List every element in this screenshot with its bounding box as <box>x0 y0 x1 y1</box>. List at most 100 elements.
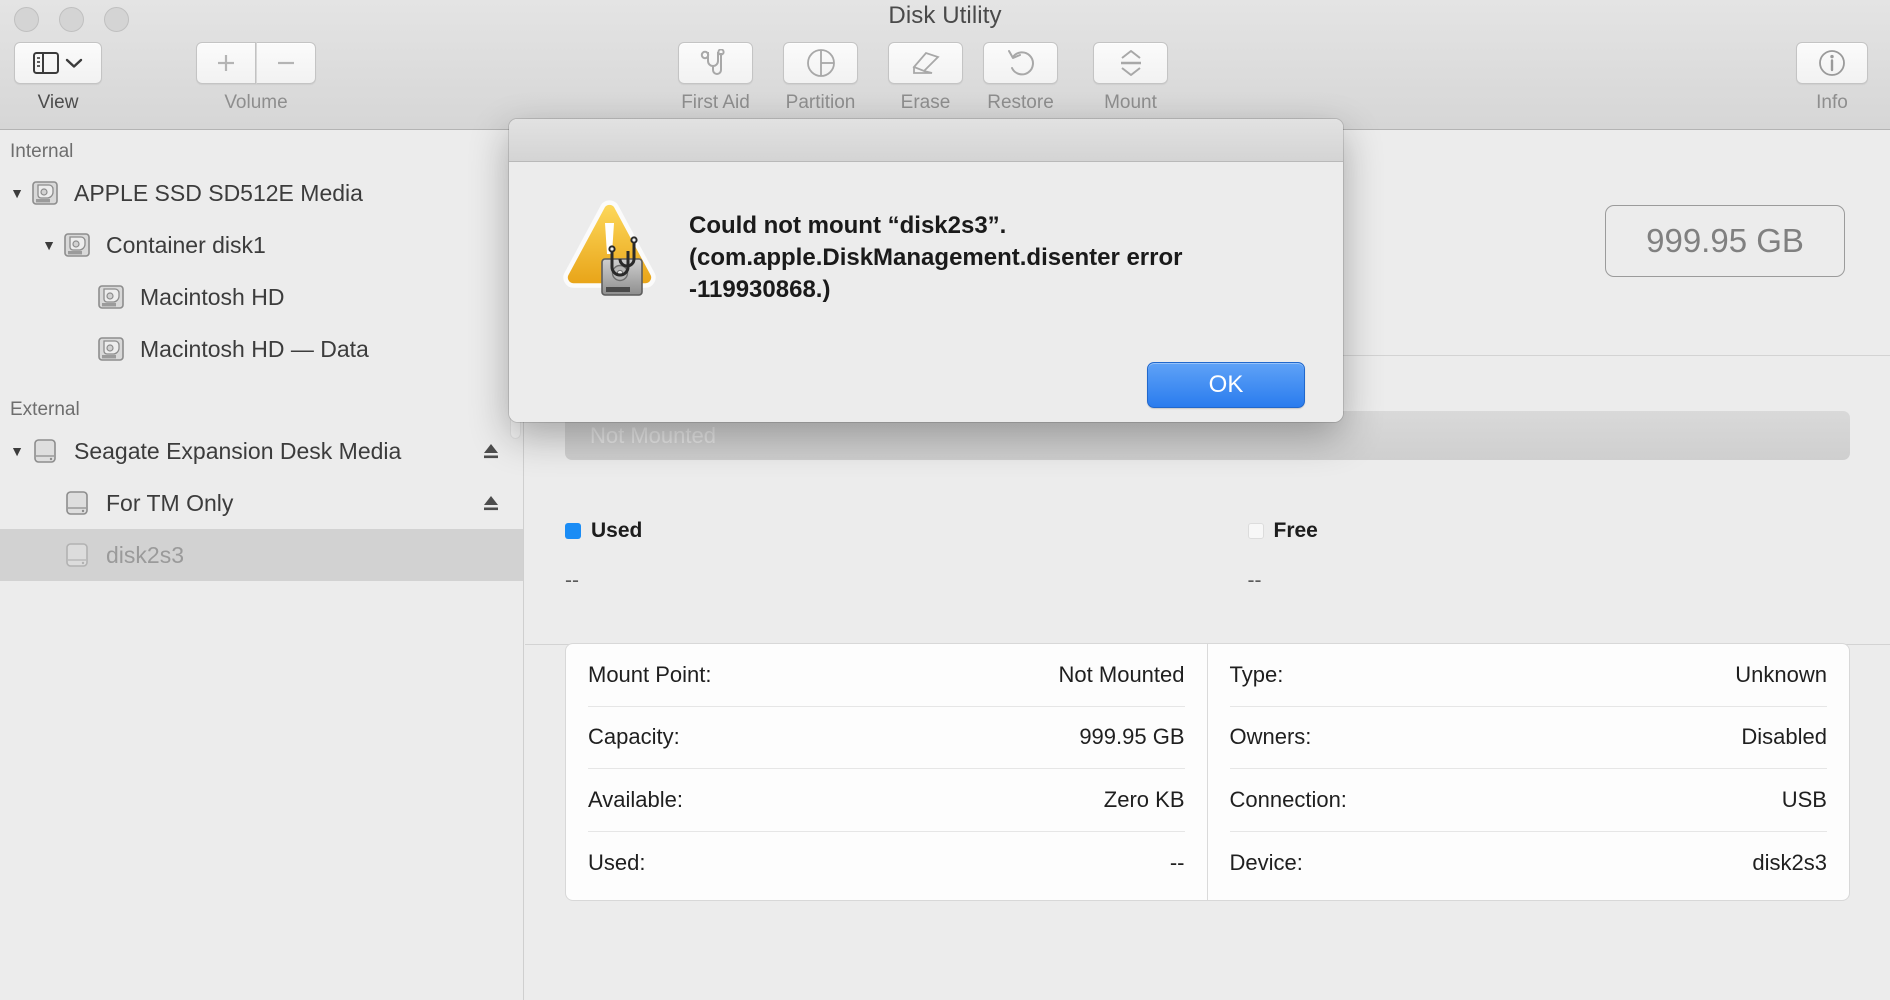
mount-button[interactable] <box>1093 42 1168 84</box>
legend-value: -- <box>565 569 579 592</box>
sidebar-item-for-tm-only[interactable]: ▼ For TM Only <box>0 477 523 529</box>
used-swatch-icon <box>565 523 581 539</box>
row-value: disk2s3 <box>1752 849 1827 875</box>
internal-disk-icon <box>28 178 62 208</box>
row-value: Disabled <box>1741 724 1827 750</box>
toolbar-group-erase: Erase <box>888 42 963 114</box>
dialog-body: Could not mount “disk2s3”. (com.apple.Di… <box>509 162 1343 422</box>
disclosure-placeholder: ▼ <box>38 495 60 511</box>
disk-utility-window: Disk Utility View Volume First Aid Parti… <box>0 0 1890 1000</box>
disclosure-placeholder: ▼ <box>38 547 60 563</box>
sidebar-item-macintosh-hd-data[interactable]: ▼ Macintosh HD — Data <box>0 323 523 375</box>
eject-icon[interactable] <box>481 493 501 513</box>
free-swatch-icon <box>1247 523 1264 539</box>
sidebar-item-disk2s3[interactable]: ▼ disk2s3 <box>0 529 523 581</box>
row-value: USB <box>1781 786 1827 812</box>
legend-label: Free <box>1273 519 1318 542</box>
sidebar-icon <box>33 52 59 74</box>
minus-icon <box>274 51 298 75</box>
sidebar-section-external-title: External <box>10 399 80 420</box>
toolbar-group-partition: Partition <box>783 42 858 114</box>
legend-item-free: Free -- <box>1208 519 1890 593</box>
sidebar[interactable]: Internal ▼ APPLE SSD SD512E Media ▼ Cont… <box>0 131 524 1000</box>
chevron-down-icon <box>65 57 83 69</box>
toolbar-group-restore: Restore <box>983 42 1058 114</box>
dialog-message-line-3: -119930868.) <box>689 276 831 304</box>
volume-label: Volume <box>224 92 288 113</box>
plus-icon <box>214 51 238 75</box>
volume-segmented-control <box>196 42 316 84</box>
remove-volume-button[interactable] <box>256 42 316 84</box>
info-label: Info <box>1816 92 1848 113</box>
add-volume-button[interactable] <box>196 42 256 84</box>
table-row: Capacity: 999.95 GB <box>588 707 1185 769</box>
table-row: Owners: Disabled <box>1229 707 1827 769</box>
pie-chart-icon <box>806 48 836 78</box>
toolbar-group-first-aid: First Aid <box>678 42 753 114</box>
row-key: Owners: <box>1229 724 1312 750</box>
disclosure-triangle-icon[interactable]: ▼ <box>6 443 28 459</box>
capacity-badge: 999.95 GB <box>1605 205 1845 277</box>
partition-button[interactable] <box>783 42 858 84</box>
toolbar-group-mount: Mount <box>1093 42 1168 114</box>
ok-button[interactable]: OK <box>1147 362 1305 408</box>
erase-button[interactable] <box>888 42 963 84</box>
capacity-legend: Used -- Free -- <box>525 519 1890 593</box>
restore-button[interactable] <box>983 42 1058 84</box>
table-row: Connection: USB <box>1229 769 1827 832</box>
sidebar-item-container-disk1[interactable]: ▼ Container disk1 <box>0 219 523 271</box>
table-row: Available: Zero KB <box>588 769 1185 832</box>
warning-disk-stethoscope-icon <box>556 197 661 302</box>
first-aid-button[interactable] <box>678 42 753 84</box>
row-value: Zero KB <box>1103 786 1185 812</box>
row-value: Unknown <box>1735 661 1827 687</box>
row-key: Mount Point: <box>588 661 712 687</box>
view-label: View <box>37 92 79 113</box>
internal-disk-icon <box>94 282 128 312</box>
dialog-message-line-1: Could not mount “disk2s3”. <box>689 212 1007 239</box>
page-title: Disk Utility <box>888 2 1002 29</box>
table-row: Device: disk2s3 <box>1230 832 1828 895</box>
dialog-message-line-2: (com.apple.DiskManagement.disenter error <box>689 244 1183 272</box>
sidebar-item-label: APPLE SSD SD512E Media <box>74 179 363 206</box>
disk-info-left-column: Mount Point: Not Mounted Capacity: 999.9… <box>566 644 1208 900</box>
table-row: Used: -- <box>588 832 1185 895</box>
sidebar-item-label: Macintosh HD <box>140 283 285 310</box>
row-key: Device: <box>1229 849 1303 875</box>
disclosure-triangle-icon[interactable]: ▼ <box>6 185 28 201</box>
eject-icon[interactable] <box>481 441 501 461</box>
partition-label: Partition <box>785 92 856 113</box>
disclosure-triangle-icon[interactable]: ▼ <box>38 237 60 253</box>
undo-arrow-icon <box>1006 48 1036 78</box>
disclosure-placeholder: ▼ <box>72 289 94 305</box>
sidebar-item-label: For TM Only <box>106 489 234 516</box>
table-row: Mount Point: Not Mounted <box>588 644 1185 707</box>
first-aid-label: First Aid <box>681 92 750 113</box>
toolbar-group-view: View <box>14 42 102 114</box>
stethoscope-icon <box>700 49 732 77</box>
capacity-bar-label: Not Mounted <box>590 422 716 448</box>
row-value: 999.95 GB <box>1079 724 1185 750</box>
external-disk-icon <box>60 488 94 518</box>
mount-arrows-icon <box>1118 49 1144 77</box>
internal-disk-icon <box>94 334 128 364</box>
sidebar-item-apple-ssd[interactable]: ▼ APPLE SSD SD512E Media <box>0 167 523 219</box>
sidebar-item-seagate-expansion[interactable]: ▼ Seagate Expansion Desk Media <box>0 425 523 477</box>
dialog-message: Could not mount “disk2s3”. (com.apple.Di… <box>689 210 1289 306</box>
view-popup-button[interactable] <box>14 42 102 84</box>
disclosure-placeholder: ▼ <box>72 341 94 357</box>
mount-label: Mount <box>1104 92 1157 113</box>
row-key: Available: <box>588 786 683 812</box>
external-disk-icon <box>60 540 94 570</box>
error-dialog: Could not mount “disk2s3”. (com.apple.Di… <box>509 119 1343 422</box>
row-key: Used: <box>588 849 646 875</box>
table-row: Type: Unknown <box>1229 644 1827 707</box>
row-key: Capacity: <box>588 724 680 750</box>
eraser-icon <box>910 49 942 77</box>
row-value: Not Mounted <box>1058 661 1185 687</box>
info-button[interactable] <box>1796 42 1868 84</box>
internal-disk-icon <box>60 230 94 260</box>
row-key: Connection: <box>1229 786 1347 812</box>
dialog-titlebar <box>509 119 1343 162</box>
sidebar-item-macintosh-hd[interactable]: ▼ Macintosh HD <box>0 271 523 323</box>
